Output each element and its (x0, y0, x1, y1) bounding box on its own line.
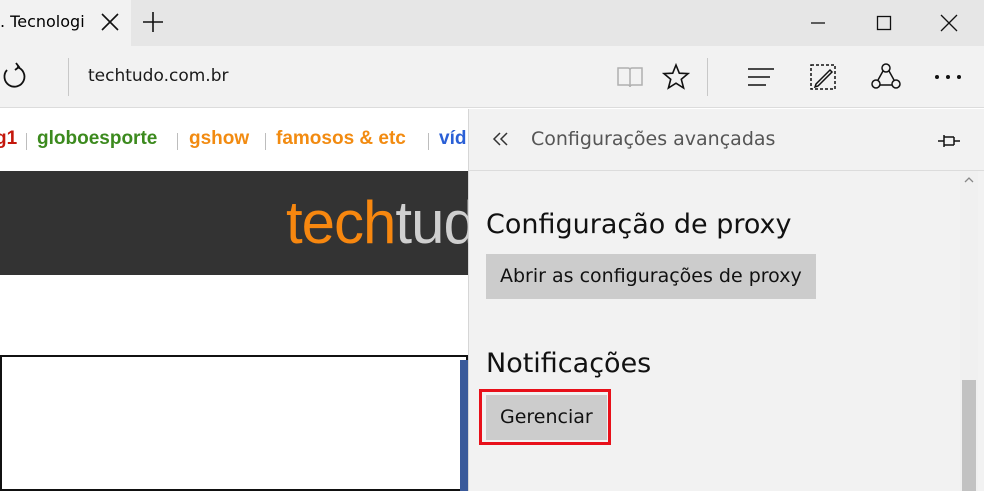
divider (428, 133, 429, 150)
divider (707, 58, 708, 96)
reading-view-icon[interactable] (613, 60, 647, 94)
url-field[interactable]: techtudo.com.br (88, 66, 228, 86)
content-frame (0, 355, 468, 491)
favorites-bar: g1 globoesporte gshow famosos & etc víd (0, 109, 470, 171)
divider (26, 133, 27, 150)
maximize-icon (876, 15, 892, 31)
more-icon[interactable] (931, 60, 965, 94)
scroll-thumb[interactable] (962, 380, 976, 491)
minimize-icon (811, 22, 825, 24)
address-bar: techtudo.com.br (0, 46, 984, 108)
proxy-heading: Configuração de proxy (486, 209, 792, 240)
panel-header: Configurações avançadas (469, 109, 984, 171)
refresh-icon[interactable] (0, 62, 30, 92)
favorite-link-globoesporte[interactable]: globoesporte (37, 128, 157, 150)
highlight-box (479, 389, 611, 445)
panel-title: Configurações avançadas (531, 128, 776, 150)
pin-icon[interactable] (935, 127, 963, 155)
scroll-up-arrow-icon[interactable] (960, 171, 978, 189)
title-bar: . Tecnologi (0, 0, 984, 46)
favorite-link-famosos[interactable]: famosos & etc (276, 128, 406, 150)
back-chevron-icon[interactable] (487, 125, 515, 153)
tab-title: . Tecnologi (0, 12, 85, 31)
browser-tab[interactable]: . Tecnologi (0, 0, 131, 46)
maximize-button[interactable] (851, 0, 917, 46)
hub-icon[interactable] (744, 60, 778, 94)
divider (265, 133, 266, 150)
new-tab-plus-icon[interactable] (140, 9, 166, 35)
minimize-button[interactable] (785, 0, 851, 46)
open-proxy-settings-button[interactable]: Abrir as configurações de proxy (486, 254, 816, 299)
favorite-link-videos[interactable]: víd (439, 128, 466, 150)
close-window-button[interactable] (916, 0, 982, 46)
star-icon[interactable] (659, 60, 693, 94)
favorite-link-gshow[interactable]: gshow (189, 128, 249, 150)
favorite-link-g1[interactable]: g1 (0, 128, 17, 150)
panel-scrollbar[interactable] (960, 171, 978, 491)
divider (68, 58, 69, 96)
techtudo-logo[interactable]: techtudo (286, 188, 470, 257)
close-tab-icon[interactable] (97, 9, 123, 35)
site-banner: techtudo (0, 171, 470, 275)
notifications-heading: Notificações (486, 348, 652, 379)
divider (177, 133, 178, 150)
close-icon (940, 14, 958, 32)
web-note-icon[interactable] (806, 60, 840, 94)
share-icon[interactable] (869, 60, 903, 94)
